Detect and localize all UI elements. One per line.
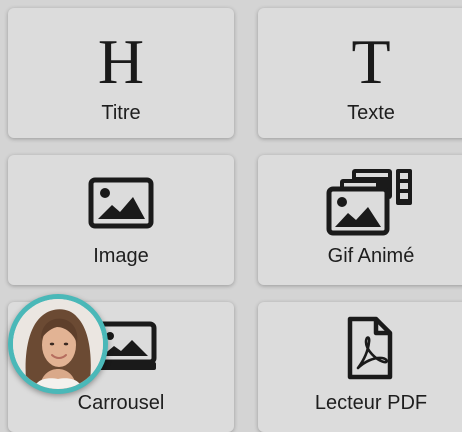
- tile-label-carrousel: Carrousel: [77, 392, 165, 414]
- block-tile-texte[interactable]: T Texte: [258, 8, 462, 138]
- tile-label-pdf: Lecteur PDF: [314, 392, 428, 414]
- block-tile-gif[interactable]: Gif Animé: [258, 155, 462, 285]
- tile-label-titre: Titre: [101, 102, 141, 124]
- avatar-photo: [13, 299, 103, 389]
- tile-label-image: Image: [93, 245, 149, 267]
- block-tile-pdf[interactable]: Lecteur PDF: [258, 302, 462, 432]
- image-icon: [88, 177, 154, 229]
- pdf-file-icon: [347, 316, 393, 380]
- animated-gif-icon: [326, 169, 412, 236]
- heading-icon: H: [97, 26, 145, 97]
- tile-label-gif: Gif Animé: [327, 245, 415, 267]
- person-portrait-icon: [13, 299, 103, 389]
- tile-label-texte: Texte: [347, 102, 395, 124]
- user-avatar[interactable]: [8, 294, 108, 394]
- text-icon: T: [351, 26, 391, 97]
- block-tile-titre[interactable]: H Titre: [8, 8, 234, 138]
- block-tile-image[interactable]: Image: [8, 155, 234, 285]
